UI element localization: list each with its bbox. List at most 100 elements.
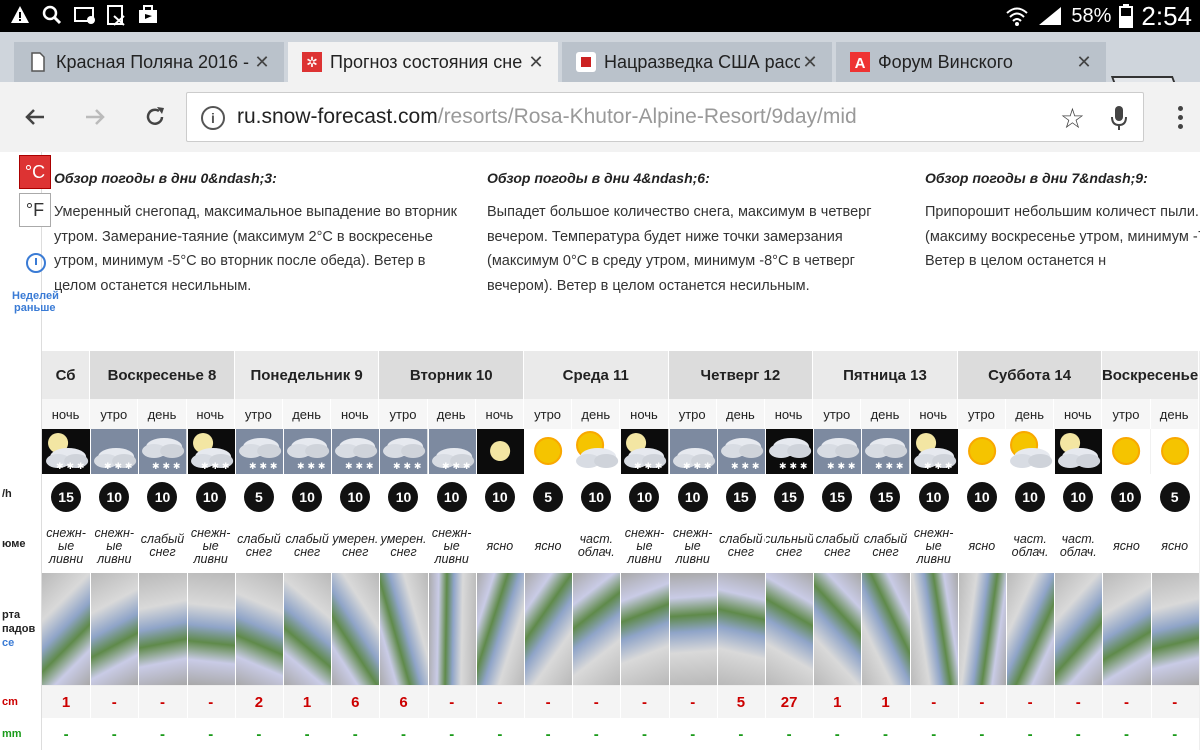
rain-amount: -: [234, 718, 283, 750]
celsius-button[interactable]: °C: [19, 155, 51, 189]
reload-button[interactable]: [140, 102, 170, 132]
page-content: °C °F Неделей раньше /h юме рта падов се …: [0, 152, 1200, 750]
overcast-snow-icon: ✱ ✱ ✱: [234, 429, 283, 474]
weather-description: умерен. снег: [379, 519, 428, 573]
day-header: Понедельник 9: [234, 351, 380, 399]
weather-description: сильный снег: [764, 519, 814, 573]
wind-cell: 5: [524, 474, 573, 519]
column-divider: [475, 429, 477, 750]
snow-amount: -: [668, 686, 717, 718]
close-icon[interactable]: ✕: [1074, 52, 1094, 73]
wind-speed: 10: [388, 481, 419, 512]
weather-icon: ✱ ✱ ✱: [716, 429, 765, 474]
rain-amount: -: [620, 718, 669, 750]
period-label: день: [572, 399, 621, 429]
close-icon[interactable]: ✕: [800, 52, 820, 73]
clock-icon[interactable]: [26, 253, 46, 273]
period-label: ночь: [620, 399, 669, 429]
svg-text:✱ ✱ ✱: ✱ ✱ ✱: [924, 462, 952, 472]
menu-icon[interactable]: [1178, 106, 1184, 129]
wind-cell: 15: [861, 474, 910, 519]
weather-description: слабый снег: [861, 519, 910, 573]
period-label: день: [138, 399, 187, 429]
snow-amount: -: [186, 686, 235, 718]
cloud-snow-day-icon: ✱ ✱ ✱: [668, 429, 717, 474]
week-earlier-link[interactable]: Неделей раньше: [12, 290, 59, 314]
address-bar[interactable]: i ru.snow-forecast.com/resorts/Rosa-Khut…: [186, 92, 1144, 142]
precip-map: [427, 573, 476, 685]
weather-icon: ✱ ✱ ✱: [42, 429, 91, 474]
back-button[interactable]: [20, 102, 50, 132]
sun-icon: [1102, 429, 1151, 474]
row-label-map-link[interactable]: се: [2, 637, 14, 649]
tab-news[interactable]: Нацразведка США расс ✕: [562, 42, 832, 82]
weather-icon: [1054, 429, 1103, 474]
column-divider: [668, 429, 670, 750]
tab-snow-forecast[interactable]: ✲ Прогноз состояния сне ✕: [288, 42, 558, 82]
wind-cell: 15: [42, 474, 91, 519]
period-label: утро: [379, 399, 428, 429]
precip-map: [1054, 573, 1103, 685]
forward-button[interactable]: [80, 102, 110, 132]
column-divider: [1006, 429, 1007, 750]
summary-title: Обзор погоды в дни 0&ndash;3:: [54, 170, 277, 186]
precip-map: [1006, 573, 1055, 685]
svg-text:✱ ✱ ✱: ✱ ✱ ✱: [297, 462, 325, 472]
snow-amount: -: [1054, 686, 1103, 718]
wind-speed: 10: [195, 481, 226, 512]
rain-amount: -: [1102, 718, 1151, 750]
star-icon[interactable]: ☆: [1060, 102, 1085, 135]
weather-description: слабый снег: [138, 519, 187, 573]
clear-night-icon: [475, 429, 524, 474]
mic-icon[interactable]: [1109, 105, 1129, 131]
rain-amount: -: [813, 718, 862, 750]
weather-icon: [1102, 429, 1151, 474]
svg-text:✱ ✱ ✱: ✱ ✱ ✱: [683, 462, 711, 472]
sun-cloud-icon: [572, 429, 621, 474]
forum-favicon: A: [850, 52, 870, 72]
weather-description: ясно: [1150, 519, 1199, 573]
fahrenheit-button[interactable]: °F: [19, 193, 51, 227]
precip-map: [331, 573, 380, 685]
tab-krasnaya-polyana[interactable]: Красная Поляна 2016 - ✕: [14, 42, 284, 82]
column-divider: [620, 429, 622, 750]
day-header: Среда 11: [524, 351, 669, 399]
column-divider: [1054, 429, 1056, 750]
weather-description: слабый снег: [716, 519, 765, 573]
weather-description: слабый снег: [283, 519, 332, 573]
weather-description: умерен. снег: [331, 519, 380, 573]
cloud-snow-day-icon: ✱ ✱ ✱: [427, 429, 476, 474]
period-label: утро: [524, 399, 573, 429]
rain-amount: -: [909, 718, 958, 750]
period-label: утро: [957, 399, 1006, 429]
tab-forum[interactable]: A Форум Винского ✕: [836, 42, 1106, 82]
wind-cell: 10: [283, 474, 332, 519]
summary-block: Обзор погоды в дни 0&ndash;3: Умеренный …: [54, 170, 464, 298]
close-icon[interactable]: ✕: [252, 52, 272, 73]
snow-amount: 1: [813, 686, 862, 718]
wind-cell: 15: [813, 474, 862, 519]
rain-amount: -: [765, 718, 814, 750]
snow-amount: 5: [716, 686, 765, 718]
rain-amount: -: [42, 718, 91, 750]
wind-speed: 10: [340, 481, 371, 512]
warning-icon: [10, 4, 30, 26]
snow-amount: 6: [331, 686, 380, 718]
precip-map: [620, 573, 669, 685]
row-label-summary: юме: [2, 538, 26, 550]
weather-icon: ✱ ✱ ✱: [668, 429, 717, 474]
weather-description: снежн- ые ливни: [909, 519, 958, 573]
precip-map: [1102, 573, 1151, 685]
snow-amount: 6: [379, 686, 428, 718]
close-icon[interactable]: ✕: [526, 52, 546, 73]
precip-map: [90, 573, 139, 685]
info-icon[interactable]: i: [201, 106, 225, 130]
wind-cell: 10: [909, 474, 958, 519]
overcast-snow-icon: ✱ ✱ ✱: [716, 429, 765, 474]
svg-text:✱ ✱ ✱: ✱ ✱ ✱: [827, 462, 855, 472]
weather-icon: ✱ ✱ ✱: [379, 429, 428, 474]
weather-description: снежн- ые ливни: [668, 519, 717, 573]
weather-icon: ✱ ✱ ✱: [234, 429, 283, 474]
url-text[interactable]: ru.snow-forecast.com/resorts/Rosa-Khutor…: [237, 105, 857, 129]
column-divider: [331, 429, 333, 750]
